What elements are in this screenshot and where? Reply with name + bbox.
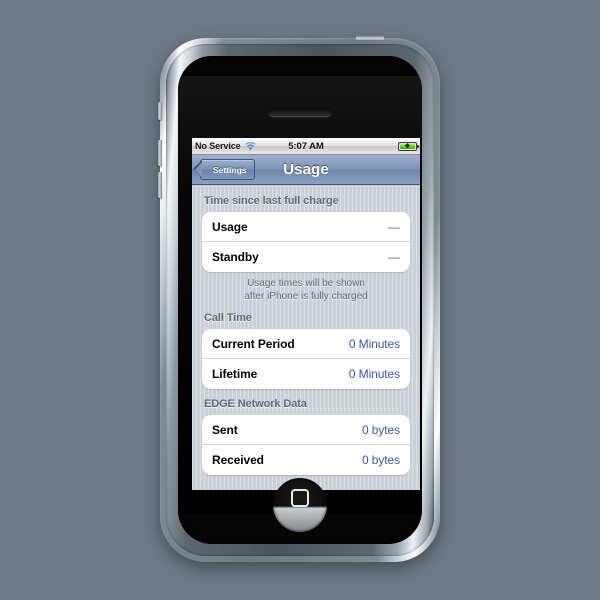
row-value: —: [388, 250, 400, 264]
table-row-sent[interactable]: Sent 0 bytes: [202, 415, 410, 445]
row-label: Received: [212, 453, 264, 467]
row-label: Standby: [212, 250, 259, 264]
silent-switch[interactable]: [158, 102, 162, 120]
settings-table-view[interactable]: Time since last full charge Usage — Stan…: [192, 186, 420, 490]
row-value: 0 bytes: [362, 422, 400, 437]
footer-line-1: Usage times will be shown: [247, 278, 365, 289]
navigation-bar: Settings Usage: [192, 155, 420, 185]
volume-up-button[interactable]: [158, 140, 162, 166]
group-time-since-charge: Usage — Standby —: [202, 212, 410, 272]
sleep-wake-button[interactable]: [356, 36, 384, 40]
section-header-call-time: Call Time: [204, 312, 252, 324]
earpiece-speaker-icon: [269, 108, 331, 116]
row-label: Sent: [212, 422, 238, 437]
group-edge-network-data: Sent 0 bytes Received 0 bytes: [202, 415, 410, 475]
group-call-time: Current Period 0 Minutes Lifetime 0 Minu…: [202, 329, 410, 389]
phone-screen: No Service 5:07 AM ◆ Settings Usage Time…: [192, 138, 420, 490]
device-front-face: No Service 5:07 AM ◆ Settings Usage Time…: [178, 56, 422, 544]
row-value: 0 Minutes: [348, 367, 400, 381]
row-value: —: [388, 219, 400, 234]
status-bar: No Service 5:07 AM ◆: [192, 138, 420, 155]
charging-bolt-icon: ◆: [404, 142, 411, 150]
row-value: 0 Minutes: [348, 336, 400, 351]
table-row-current-period[interactable]: Current Period 0 Minutes: [202, 329, 410, 359]
wifi-icon: [244, 141, 256, 150]
iphone-device: No Service 5:07 AM ◆ Settings Usage Time…: [158, 36, 440, 562]
row-label: Lifetime: [212, 367, 258, 381]
table-row-lifetime[interactable]: Lifetime 0 Minutes: [202, 359, 410, 389]
volume-down-button[interactable]: [158, 172, 162, 198]
table-row-standby[interactable]: Standby —: [202, 242, 410, 272]
carrier-label: No Service: [195, 141, 241, 151]
table-row-usage[interactable]: Usage —: [202, 212, 410, 242]
footer-line-2: after iPhone is fully charged: [244, 290, 368, 302]
device-bezel: No Service 5:07 AM ◆ Settings Usage Time…: [166, 44, 434, 556]
section-header-edge-network: EDGE Network Data: [204, 398, 307, 410]
section-footer-charge: Usage times will be shown after iPhone i…: [192, 272, 420, 303]
home-square-icon: [291, 488, 309, 507]
home-button[interactable]: [273, 478, 327, 532]
row-label: Current Period: [212, 336, 295, 351]
row-value: 0 bytes: [362, 453, 400, 467]
back-button-label: Settings: [213, 164, 247, 175]
battery-charging-icon: ◆: [398, 141, 419, 151]
row-label: Usage: [212, 219, 248, 234]
table-row-received[interactable]: Received 0 bytes: [202, 445, 410, 475]
back-button-settings[interactable]: Settings: [193, 159, 255, 180]
section-header-charge: Time since last full charge: [204, 195, 339, 207]
